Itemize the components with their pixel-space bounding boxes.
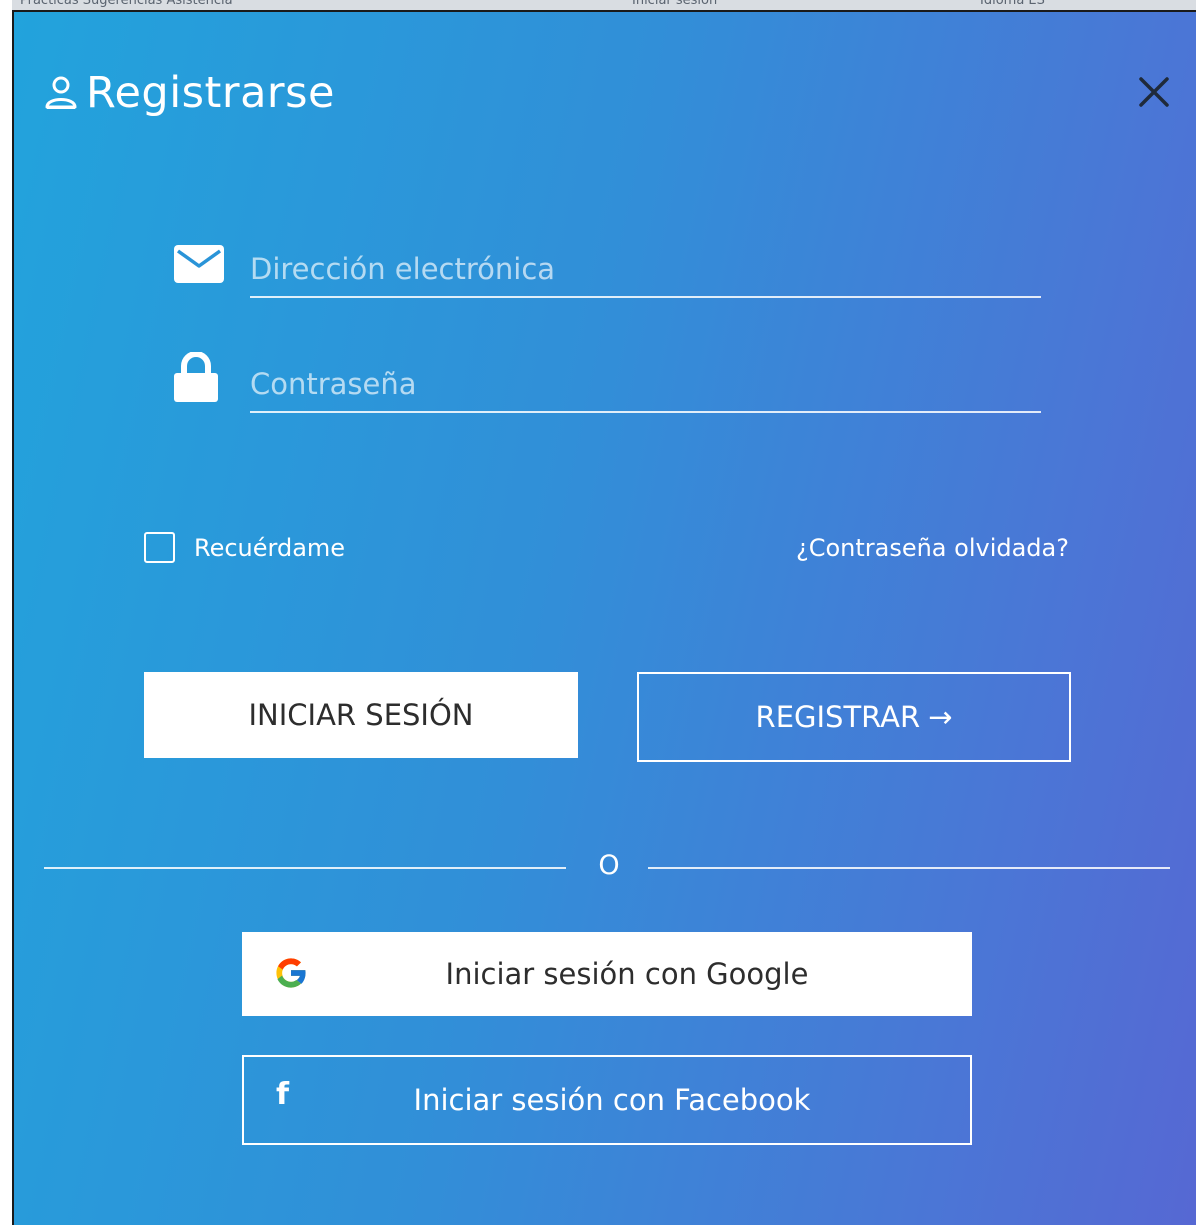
password-field[interactable] [250,357,1041,413]
page: Prácticas Sugerencias Asistencia Iniciar… [0,0,1196,1225]
divider-line-left [44,867,566,869]
register-modal: Registrarse Dirección electrónica Recuér… [12,10,1196,1225]
arrow-right-icon: → [928,700,953,734]
user-icon [44,75,78,111]
lock-icon [174,351,218,406]
remember-label: Recuérdame [194,533,346,562]
background-page-strip: Prácticas Sugerencias Asistencia Iniciar… [12,0,1196,10]
login-button[interactable]: INICIAR SESIÓN [144,672,578,758]
envelope-icon [174,245,224,287]
divider-line-right [648,867,1170,869]
background-text-right: Idioma ES [980,0,1045,8]
register-button[interactable]: REGISTRAR → [637,672,1071,762]
google-login-label: Iniciar sesión con Google [445,957,809,991]
email-input[interactable] [250,242,1041,296]
divider-or: O [598,850,620,881]
background-text-mid: Iniciar sesión [632,0,718,8]
remember-checkbox[interactable] [144,532,175,563]
background-text-left: Prácticas Sugerencias Asistencia [20,0,233,8]
forgot-password-link[interactable]: ¿Contraseña olvidada? [796,534,1069,562]
close-icon [1139,77,1169,107]
modal-title: Registrarse [44,68,335,118]
register-button-label: REGISTRAR [755,700,921,734]
password-input[interactable] [250,357,1041,411]
close-button[interactable] [1136,74,1172,110]
login-button-label: INICIAR SESIÓN [248,698,474,732]
remember-me[interactable]: Recuérdame [144,532,345,563]
google-login-button[interactable]: Iniciar sesión con Google [242,932,972,1016]
facebook-login-label: Iniciar sesión con Facebook [413,1083,811,1117]
facebook-login-button[interactable]: f Iniciar sesión con Facebook [242,1055,972,1145]
email-field[interactable] [250,242,1041,298]
modal-title-text: Registrarse [86,68,335,118]
